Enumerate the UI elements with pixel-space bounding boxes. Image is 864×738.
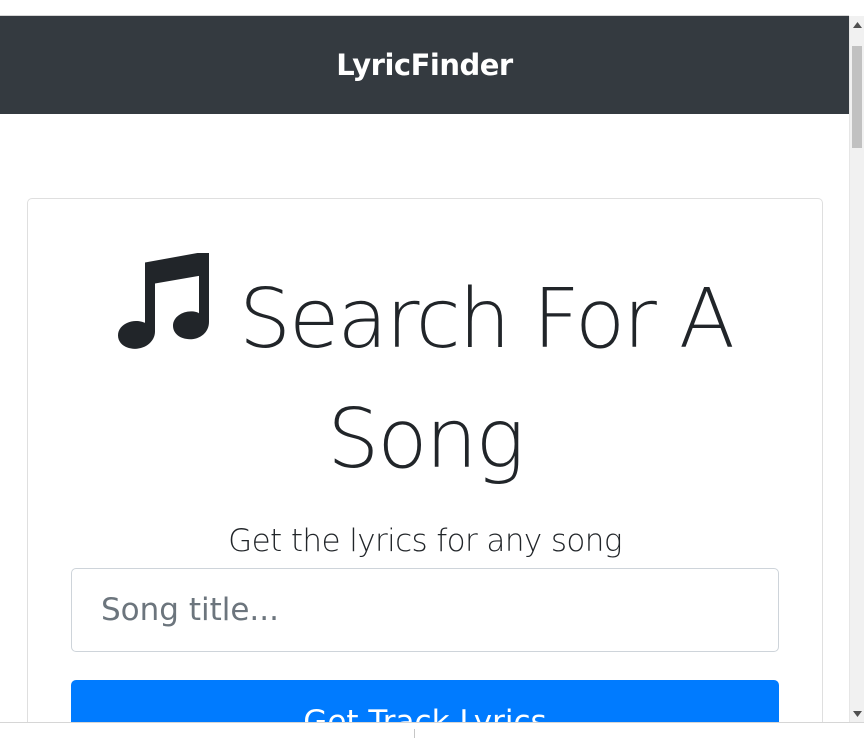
song-title-input[interactable]	[71, 568, 779, 652]
title-text-line-2: Song	[327, 392, 524, 487]
scroll-up-arrow-icon[interactable]	[850, 16, 864, 33]
music-note-icon	[117, 253, 209, 349]
navbar: LyricFinder	[0, 16, 849, 114]
title-line-1: Search For A	[28, 253, 822, 380]
scrollbar-thumb[interactable]	[852, 46, 862, 148]
title-text-line-1: Search For A	[238, 272, 735, 367]
subtitle: Get the lyrics for any song	[228, 523, 622, 559]
search-card: Search For A Song Get the lyrics for any…	[27, 198, 823, 722]
browser-top-edge	[0, 0, 849, 16]
get-track-lyrics-button[interactable]: Get Track Lyrics	[71, 680, 779, 722]
vertical-scrollbar[interactable]	[849, 16, 864, 722]
browser-bottom-edge	[0, 722, 864, 738]
page-title: Search For A Song	[28, 253, 822, 500]
brand-link[interactable]: LyricFinder	[336, 48, 513, 82]
page-viewport: LyricFinder Search For A Song Get the ly…	[0, 16, 849, 722]
divider	[414, 729, 415, 738]
scroll-down-arrow-icon[interactable]	[850, 705, 864, 722]
